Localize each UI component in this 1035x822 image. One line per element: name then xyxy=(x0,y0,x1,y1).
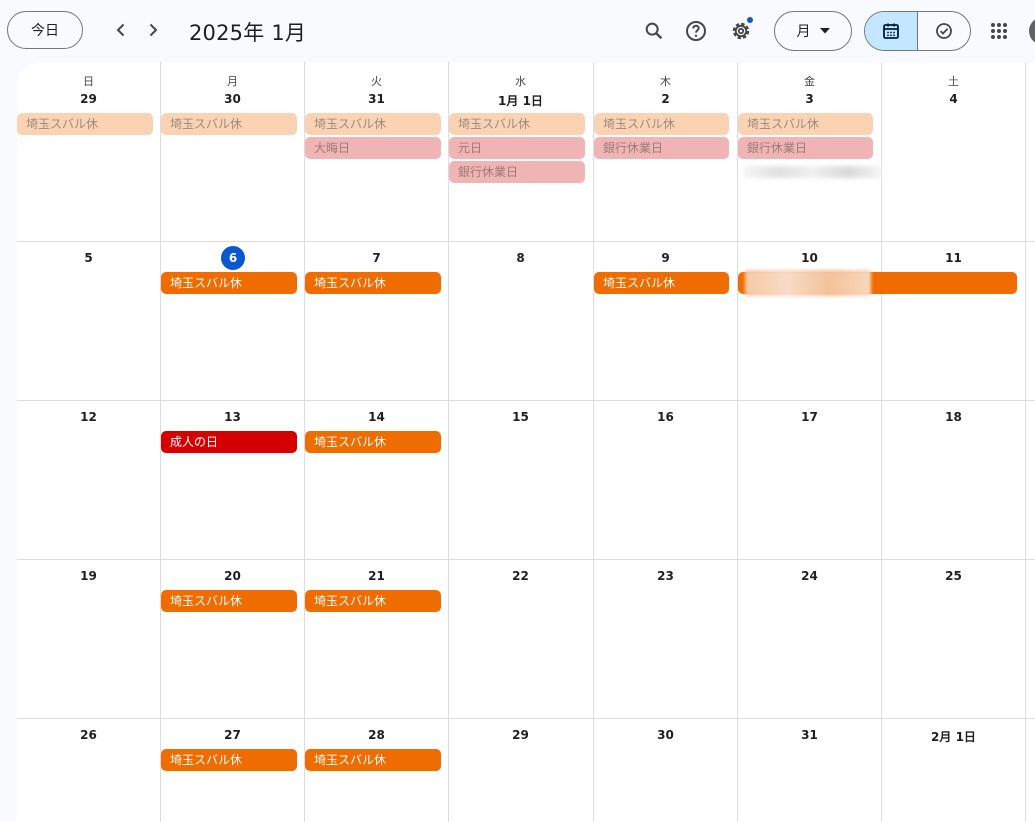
day-number[interactable]: 24 xyxy=(738,569,881,583)
day-number[interactable]: 5 xyxy=(17,251,160,265)
calendar-view-button[interactable] xyxy=(865,12,918,50)
holiday-chip[interactable]: 銀行休業日 xyxy=(738,137,873,159)
day-number[interactable]: 16 xyxy=(594,410,737,424)
view-selector-label: 月 xyxy=(796,24,811,40)
event-chip[interactable]: 埼玉スバル休 xyxy=(449,113,585,135)
day-number[interactable]: 10 xyxy=(738,251,881,265)
grid-line xyxy=(17,718,1035,719)
day-number[interactable]: 1月 1日 xyxy=(449,92,592,109)
day-number[interactable]: 25 xyxy=(882,569,1025,583)
event-chip[interactable]: 埼玉スバル休 xyxy=(594,113,729,135)
event-chip[interactable]: 埼玉スバル休 xyxy=(161,749,297,771)
day-number[interactable]: 26 xyxy=(17,728,160,742)
previous-month-button[interactable] xyxy=(107,16,135,44)
event-chip[interactable]: 埼玉スバル休 xyxy=(305,272,441,294)
holiday-chip[interactable]: 大晦日 xyxy=(305,137,441,159)
day-number[interactable]: 9 xyxy=(594,251,737,265)
day-number[interactable]: 29 xyxy=(449,728,592,742)
holiday-chip[interactable]: 成人の日 xyxy=(161,431,297,453)
top-bar: 今日 2025年 1月 月 xyxy=(0,0,1035,62)
weekday-header: 水 xyxy=(515,75,526,88)
notification-dot xyxy=(747,17,753,23)
event-chip[interactable]: 埼玉スバル休 xyxy=(305,113,441,135)
event-chip[interactable]: 埼玉スバル休 xyxy=(161,272,297,294)
event-chip[interactable]: 埼玉スバル休 xyxy=(305,749,441,771)
weekday-header: 火 xyxy=(371,75,382,88)
day-number[interactable]: 2 xyxy=(594,92,737,106)
day-number[interactable]: 20 xyxy=(161,569,304,583)
day-number[interactable]: 19 xyxy=(17,569,160,583)
settings-button[interactable] xyxy=(726,16,756,46)
day-number[interactable]: 28 xyxy=(305,728,448,742)
grid-line xyxy=(17,241,1035,242)
day-number[interactable]: 30 xyxy=(161,92,304,106)
day-number[interactable]: 30 xyxy=(594,728,737,742)
redacted-event-title xyxy=(745,270,871,296)
day-number[interactable]: 13 xyxy=(161,410,304,424)
holiday-chip[interactable]: 元日 xyxy=(449,137,585,159)
day-number[interactable]: 31 xyxy=(738,728,881,742)
event-chip[interactable]: 埼玉スバル休 xyxy=(17,113,153,135)
day-number[interactable]: 14 xyxy=(305,410,448,424)
weekday-header: 木 xyxy=(660,75,671,88)
day-number[interactable]: 12 xyxy=(17,410,160,424)
day-number[interactable]: 29 xyxy=(17,92,160,106)
apps-grid-icon xyxy=(991,23,1007,39)
day-number[interactable]: 31 xyxy=(305,92,448,106)
day-number[interactable]: 18 xyxy=(882,410,1025,424)
apps-button[interactable] xyxy=(984,16,1014,46)
help-button[interactable] xyxy=(681,16,711,46)
weekday-header: 金 xyxy=(804,75,815,88)
month-grid: 日 月 火 水 木 金 土 29 30 31 1月 1日 2 3 4 埼玉スバル… xyxy=(17,62,1035,822)
weekday-header: 日 xyxy=(83,75,94,88)
day-number[interactable]: 8 xyxy=(449,251,592,265)
day-number[interactable]: 23 xyxy=(594,569,737,583)
today-marker[interactable]: 6 xyxy=(221,246,245,270)
chevron-left-icon xyxy=(116,23,125,37)
day-number[interactable]: 17 xyxy=(738,410,881,424)
event-chip[interactable]: 埼玉スバル休 xyxy=(305,590,441,612)
grid-line xyxy=(17,400,1035,401)
day-number[interactable]: 4 xyxy=(882,92,1025,106)
view-selector[interactable]: 月 xyxy=(774,11,852,51)
event-chip[interactable]: 埼玉スバル休 xyxy=(305,431,441,453)
calendar-icon xyxy=(883,23,899,39)
today-button[interactable]: 今日 xyxy=(7,11,83,49)
grid-line xyxy=(593,62,594,822)
calendar-tasks-toggle xyxy=(864,11,971,51)
event-chip[interactable]: 埼玉スバル休 xyxy=(594,272,729,294)
next-month-button[interactable] xyxy=(139,16,167,44)
day-number[interactable]: 27 xyxy=(161,728,304,742)
check-circle-icon xyxy=(936,23,952,39)
weekday-header: 月 xyxy=(227,75,238,88)
redacted-event xyxy=(744,166,882,178)
search-button[interactable] xyxy=(639,16,669,46)
month-title: 2025年 1月 xyxy=(189,21,307,45)
holiday-chip[interactable]: 銀行休業日 xyxy=(594,137,729,159)
help-icon xyxy=(686,21,706,41)
weekday-header: 土 xyxy=(948,75,959,88)
day-number[interactable]: 3 xyxy=(738,92,881,106)
tasks-view-button[interactable] xyxy=(918,12,970,50)
caret-down-icon xyxy=(819,28,830,34)
day-number[interactable]: 2月 1日 xyxy=(882,728,1025,745)
event-chip[interactable]: 埼玉スバル休 xyxy=(738,113,873,135)
avatar[interactable] xyxy=(1029,17,1035,45)
event-chip[interactable]: 埼玉スバル休 xyxy=(161,113,297,135)
day-number[interactable]: 22 xyxy=(449,569,592,583)
search-icon xyxy=(645,22,663,40)
day-number[interactable]: 7 xyxy=(305,251,448,265)
holiday-chip[interactable]: 銀行休業日 xyxy=(449,161,585,183)
day-number[interactable]: 21 xyxy=(305,569,448,583)
day-number[interactable]: 11 xyxy=(882,251,1025,265)
event-chip[interactable]: 埼玉スバル休 xyxy=(161,590,297,612)
grid-line xyxy=(737,62,738,822)
chevron-right-icon xyxy=(149,23,158,37)
grid-line xyxy=(1025,62,1026,822)
grid-line xyxy=(17,559,1035,560)
day-number[interactable]: 15 xyxy=(449,410,592,424)
